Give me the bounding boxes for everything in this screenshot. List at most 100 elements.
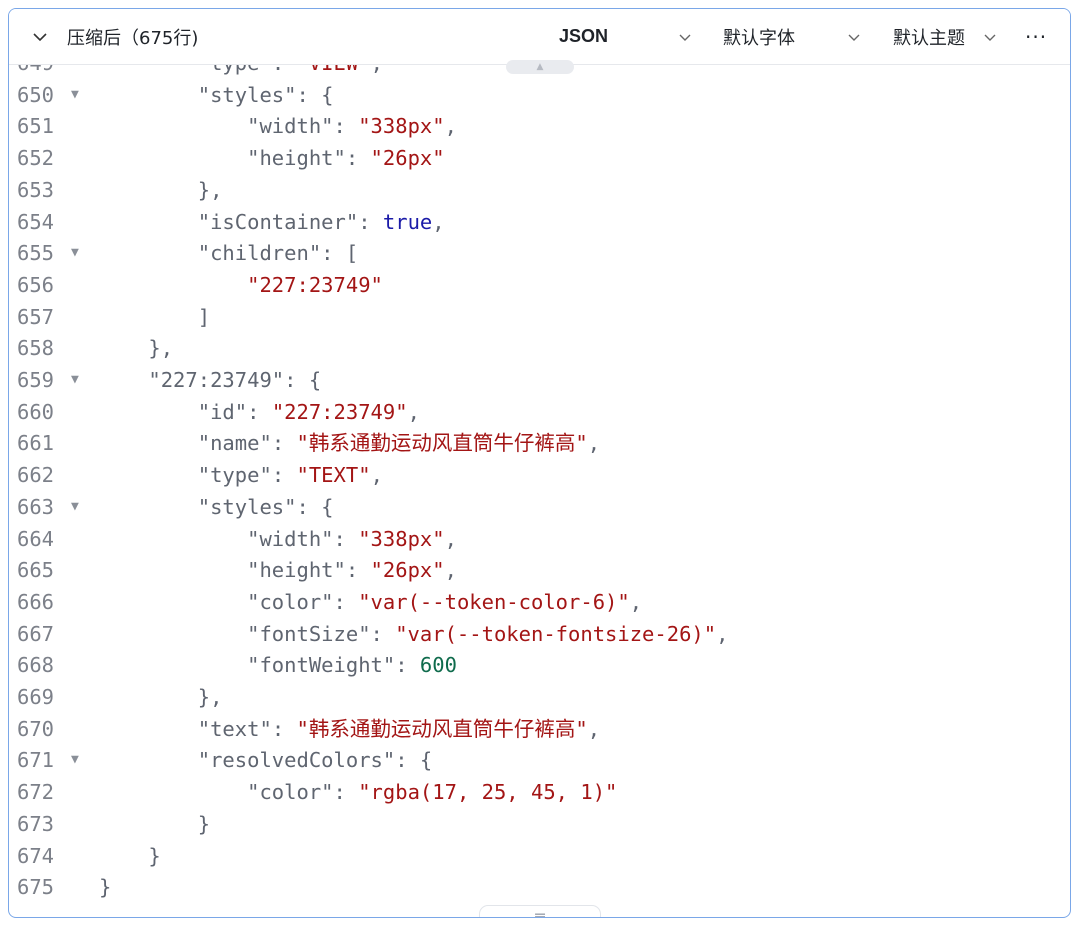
- code-text: },: [99, 681, 223, 713]
- code-token: ,: [587, 431, 601, 456]
- code-token: :: [333, 114, 359, 139]
- code-text: "227:23749": [99, 269, 383, 301]
- line-number: 653: [17, 177, 55, 202]
- fold-toggle-icon[interactable]: ▼: [71, 491, 79, 523]
- code-text: }: [99, 840, 160, 872]
- panel-header: 压缩后（675行) JSON 默认字体 默认主题 ···: [9, 9, 1070, 65]
- code-token: :: [271, 463, 297, 488]
- more-icon[interactable]: ···: [1025, 9, 1047, 64]
- resize-handle[interactable]: ═: [479, 905, 601, 917]
- code-token: :: [247, 399, 272, 424]
- code-token: :: [345, 146, 371, 171]
- code-token: : {: [296, 82, 334, 107]
- line-number: 654: [17, 209, 55, 234]
- code-token: "children": [197, 241, 322, 266]
- theme-dropdown-chevron[interactable]: [981, 9, 999, 64]
- code-token: : {: [395, 748, 433, 773]
- font-select[interactable]: 默认字体: [723, 9, 795, 64]
- code-token: "width": [247, 114, 334, 139]
- code-token: :: [333, 780, 359, 805]
- code-token: ,: [629, 589, 643, 614]
- code-token: true: [382, 209, 433, 234]
- code-token: "TEXT": [296, 463, 371, 488]
- code-text: },: [99, 332, 173, 364]
- collapse-toggle[interactable]: [31, 9, 49, 64]
- code-token: :: [370, 621, 396, 646]
- json-viewer-panel: 压缩后（675行) JSON 默认字体 默认主题 ··· ▲ 649 "type…: [8, 8, 1071, 918]
- code-text: "fontWeight": 600: [99, 649, 457, 681]
- code-text: "227:23749": {: [99, 364, 321, 396]
- code-token: "width": [247, 526, 334, 551]
- code-token: "var(--token-color-6)": [358, 589, 630, 614]
- code-token: "name": [197, 431, 272, 456]
- font-dropdown-chevron[interactable]: [845, 9, 863, 64]
- code-token: }: [197, 811, 211, 836]
- line-number: 666: [17, 589, 55, 614]
- line-number: 664: [17, 526, 55, 551]
- line-number: 665: [17, 558, 55, 583]
- code-token: "227:23749": [148, 368, 285, 392]
- language-dropdown-chevron[interactable]: [676, 9, 694, 64]
- code-text: "height": "26px",: [99, 554, 457, 586]
- chevron-down-icon: [981, 28, 999, 46]
- code-token: : {: [296, 494, 334, 519]
- code-token: "styles": [197, 494, 297, 519]
- fold-toggle-icon[interactable]: ▼: [71, 237, 79, 269]
- code-text: "width": "338px",: [99, 110, 457, 142]
- line-number: 674: [17, 843, 55, 868]
- code-token: "338px": [358, 114, 445, 139]
- code-token: :: [272, 65, 297, 75]
- language-select[interactable]: JSON: [559, 9, 608, 64]
- line-number: 668: [17, 653, 55, 678]
- panel-title: 压缩后（675行): [67, 27, 199, 49]
- code-token: "resolvedColors": [197, 748, 396, 773]
- line-number: 661: [17, 431, 55, 456]
- code-text: "width": "338px",: [99, 523, 457, 555]
- line-number: 658: [17, 336, 55, 361]
- fold-toggle-icon[interactable]: ▼: [71, 364, 79, 396]
- code-token: ,: [444, 526, 457, 551]
- code-token: "color": [247, 589, 334, 614]
- code-text: "text": "韩系通勤运动风直筒牛仔裤高",: [99, 713, 600, 745]
- code-text: "resolvedColors": {: [99, 744, 433, 776]
- fold-toggle-icon[interactable]: ▼: [71, 79, 79, 111]
- fold-toggle-icon[interactable]: ▼: [71, 744, 79, 776]
- line-number: 652: [17, 146, 55, 171]
- code-editor[interactable]: 649 "type": "VIEW",650▼ "styles": {651 "…: [9, 65, 1070, 917]
- scroll-up-handle[interactable]: ▲: [506, 60, 574, 74]
- code-text: }: [99, 808, 210, 840]
- line-number: 663: [17, 494, 55, 519]
- line-number: 649: [17, 65, 69, 79]
- line-number: 672: [17, 780, 55, 805]
- code-text: "type": "TEXT",: [99, 459, 383, 491]
- theme-select[interactable]: 默认主题: [893, 9, 965, 64]
- code-token: ,: [444, 558, 457, 583]
- code-token: },: [197, 177, 223, 202]
- chevron-down-icon: [845, 28, 863, 46]
- line-number: 662: [17, 463, 55, 488]
- line-number: 675: [17, 875, 55, 900]
- line-number: 673: [17, 811, 55, 836]
- code-token: 600: [419, 653, 457, 678]
- code-token: ]: [197, 304, 211, 329]
- line-number: 659: [17, 368, 55, 392]
- code-token: "26px": [370, 146, 445, 171]
- line-number: 656: [17, 272, 55, 297]
- code-token: "height": [247, 558, 346, 583]
- code-token: :: [395, 653, 420, 678]
- code-token: ,: [370, 463, 383, 488]
- code-token: : [: [321, 241, 359, 266]
- code-token: :: [333, 526, 359, 551]
- code-token: "text": [197, 716, 272, 741]
- code-text: ]: [99, 301, 210, 333]
